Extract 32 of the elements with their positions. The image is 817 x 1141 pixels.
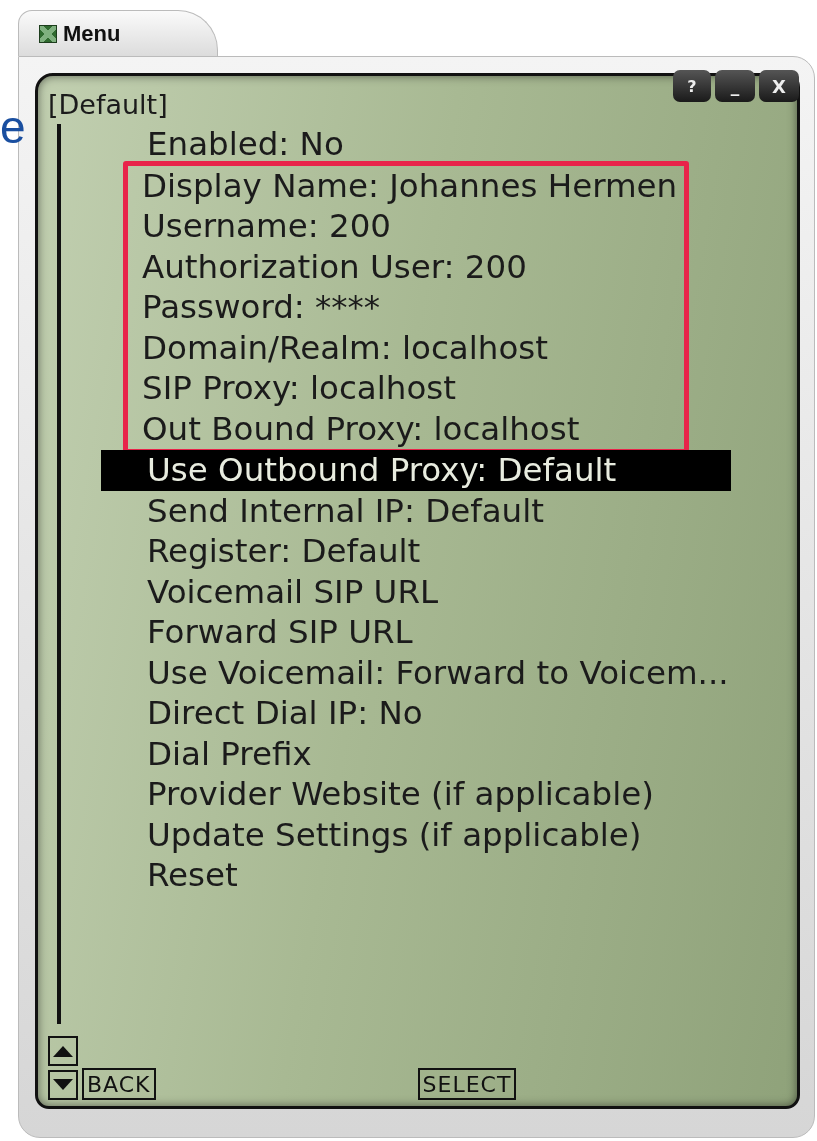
menu-item[interactable]: Register: Default <box>101 531 441 572</box>
menu-item[interactable]: Enabled: No <box>101 124 364 165</box>
minimize-button[interactable]: _ <box>715 70 755 102</box>
menu-item[interactable]: Password: **** <box>128 287 401 328</box>
window-title: Menu <box>63 20 121 47</box>
select-button[interactable]: SELECT <box>417 1068 517 1100</box>
menu-item[interactable]: Dial Prefix <box>101 733 332 774</box>
scroll-up-button[interactable] <box>48 1036 78 1066</box>
menu-item[interactable]: Authorization User: 200 <box>128 246 547 287</box>
menu-item[interactable]: Update Settings (if applicable) <box>101 814 662 855</box>
menu-item[interactable]: Reset <box>101 855 258 896</box>
menu-item[interactable]: Provider Website (if applicable) <box>101 774 674 815</box>
menu-item[interactable]: Use Outbound Proxy: Default <box>101 450 731 491</box>
menu-item[interactable]: Send Internal IP: Default <box>101 490 564 531</box>
menu-item[interactable]: Out Bound Proxy: localhost <box>128 408 600 449</box>
scroll-down-button[interactable] <box>48 1070 78 1100</box>
background-text: e <box>0 102 26 152</box>
app-icon <box>39 24 57 43</box>
menu-item[interactable]: Voicemail SIP URL <box>101 571 459 612</box>
menu-item[interactable]: Forward SIP URL <box>101 612 433 653</box>
up-arrow-icon <box>53 1045 73 1057</box>
help-button[interactable]: ? <box>673 70 711 102</box>
back-button[interactable]: BACK <box>82 1068 156 1100</box>
menu-item[interactable]: Display Name: Johannes Hermen <box>128 165 698 206</box>
menu-item[interactable]: Username: 200 <box>128 206 411 247</box>
menu-heading: [Default] <box>48 90 168 120</box>
menu-item[interactable]: Domain/Realm: localhost <box>128 327 568 368</box>
menu-item[interactable]: SIP Proxy: localhost <box>128 368 476 409</box>
down-arrow-icon <box>53 1079 73 1091</box>
close-button[interactable]: X <box>759 70 799 102</box>
menu-item[interactable]: Direct Dial IP: No <box>101 693 443 734</box>
menu-item[interactable]: Use Voicemail: Forward to Voicem... <box>101 652 749 693</box>
